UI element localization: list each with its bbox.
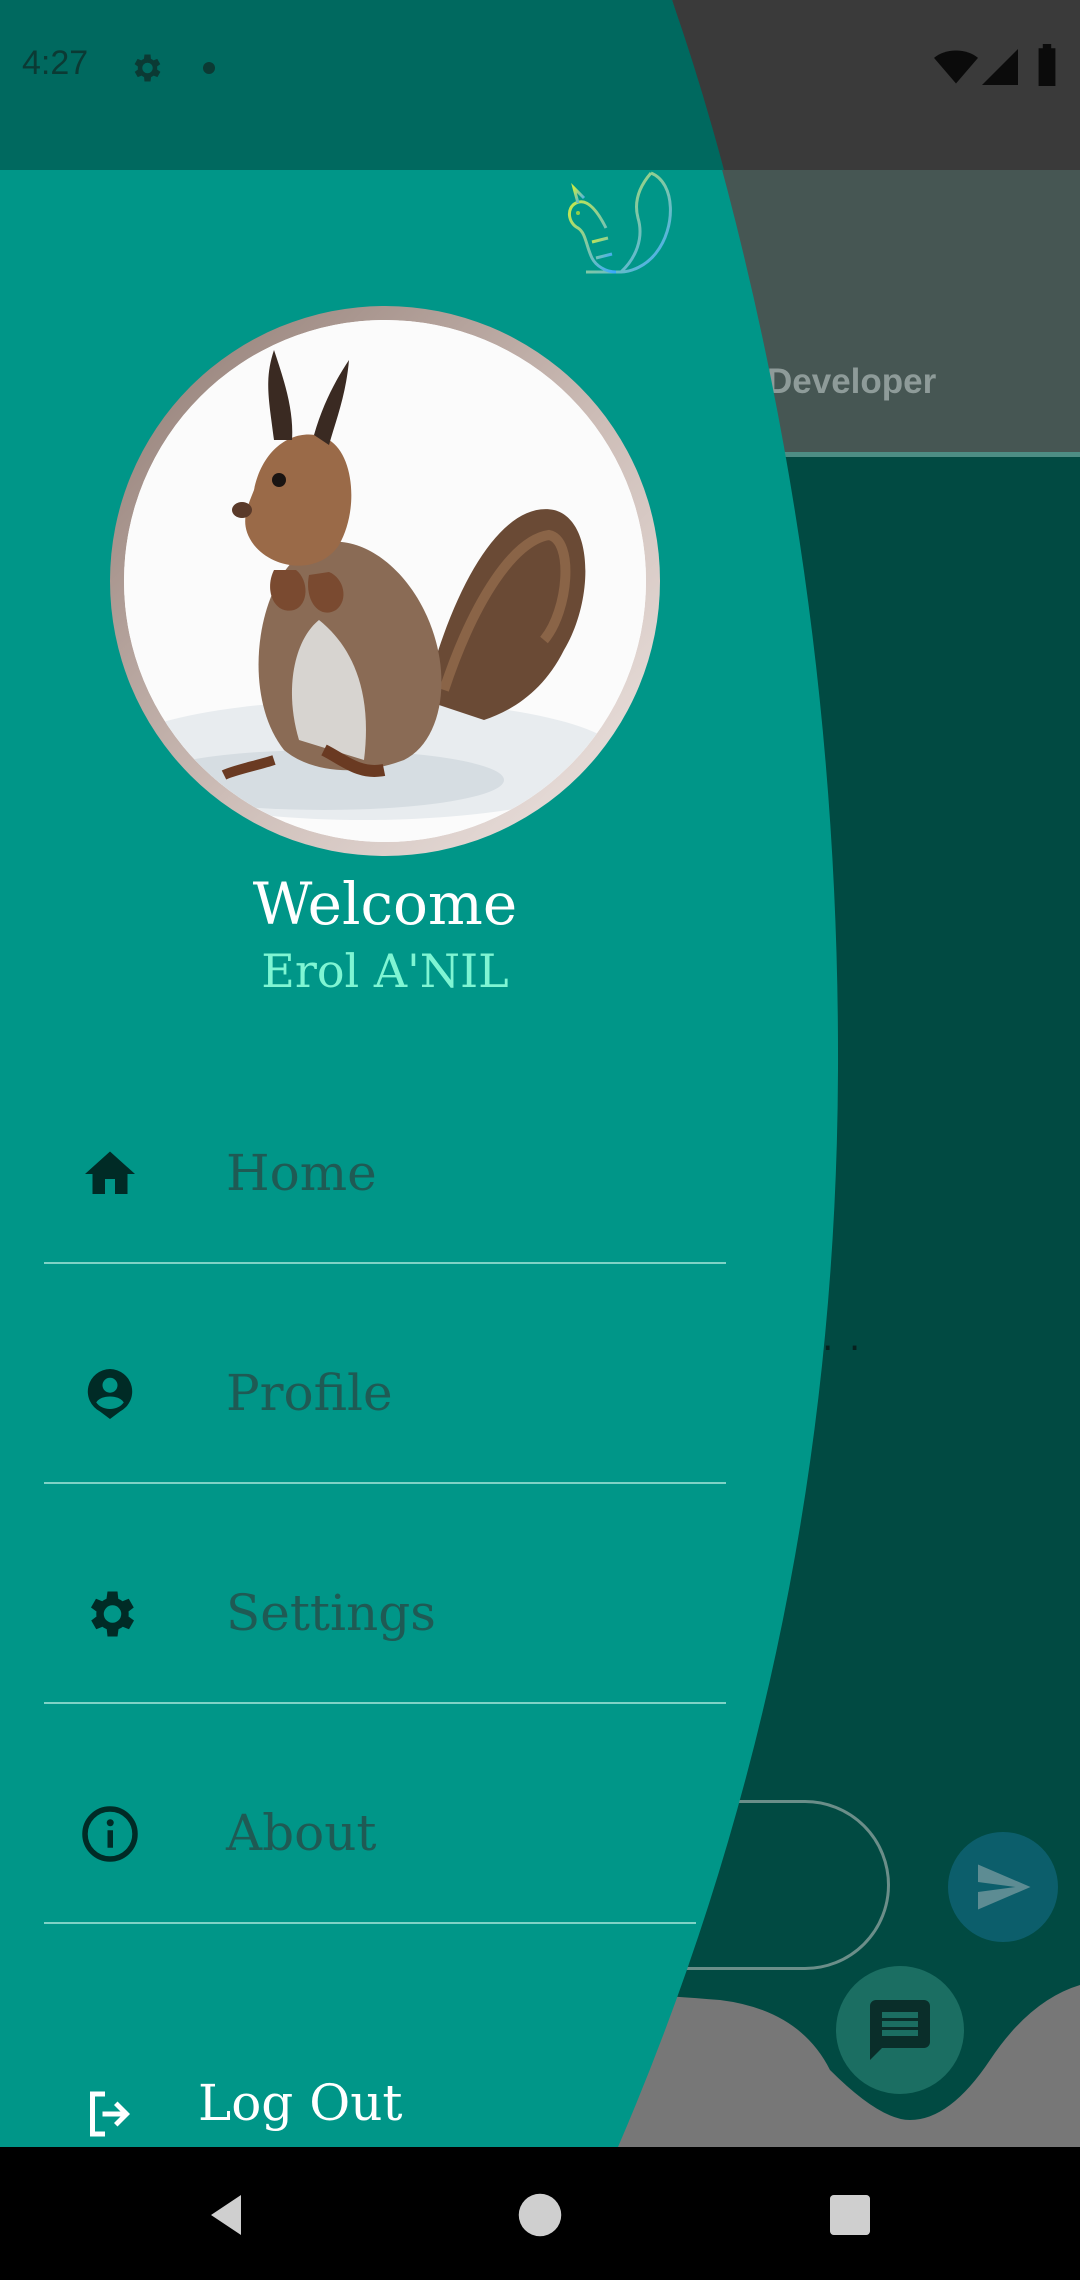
menu-divider [44, 1482, 726, 1484]
signal-icon [982, 49, 1018, 85]
home-icon [80, 1144, 140, 1204]
notification-dot-icon [203, 62, 215, 74]
squirrel-logo-icon [568, 171, 672, 274]
menu-divider [44, 1922, 696, 1924]
menu-divider [44, 1702, 726, 1704]
user-name: Erol A'NIL [261, 944, 509, 998]
menu-item-home[interactable]: Home [44, 1064, 726, 1284]
back-button[interactable] [191, 2180, 261, 2250]
menu-item-profile[interactable]: Profile [44, 1284, 726, 1504]
squirrel-photo [124, 320, 646, 842]
menu-divider [44, 1262, 726, 1264]
menu-item-label: Home [226, 1144, 377, 1202]
recents-button[interactable] [815, 2180, 885, 2250]
home-circle-icon [518, 2193, 562, 2237]
info-icon [80, 1804, 140, 1864]
status-time: 4:27 [22, 44, 89, 82]
profile-icon [80, 1364, 140, 1424]
gear-icon [80, 1584, 140, 1644]
menu-item-label: About [226, 1804, 377, 1862]
avatar[interactable] [124, 320, 646, 842]
menu-item-label: Settings [226, 1584, 436, 1642]
logout-label: Log Out [198, 2074, 403, 2132]
home-nav-button[interactable] [505, 2180, 575, 2250]
battery-icon [1038, 44, 1056, 86]
back-icon [211, 2195, 241, 2235]
logout-button[interactable]: Log Out [44, 2050, 726, 2147]
menu-item-settings[interactable]: Settings [44, 1504, 726, 1724]
menu-item-about[interactable]: About [44, 1724, 726, 1944]
menu-item-label: Profile [226, 1364, 393, 1422]
wifi-icon [934, 50, 978, 84]
status-settings-icon [134, 54, 161, 82]
welcome-text: Welcome [252, 870, 518, 938]
logout-icon [80, 2084, 140, 2144]
recents-icon [830, 2195, 870, 2235]
